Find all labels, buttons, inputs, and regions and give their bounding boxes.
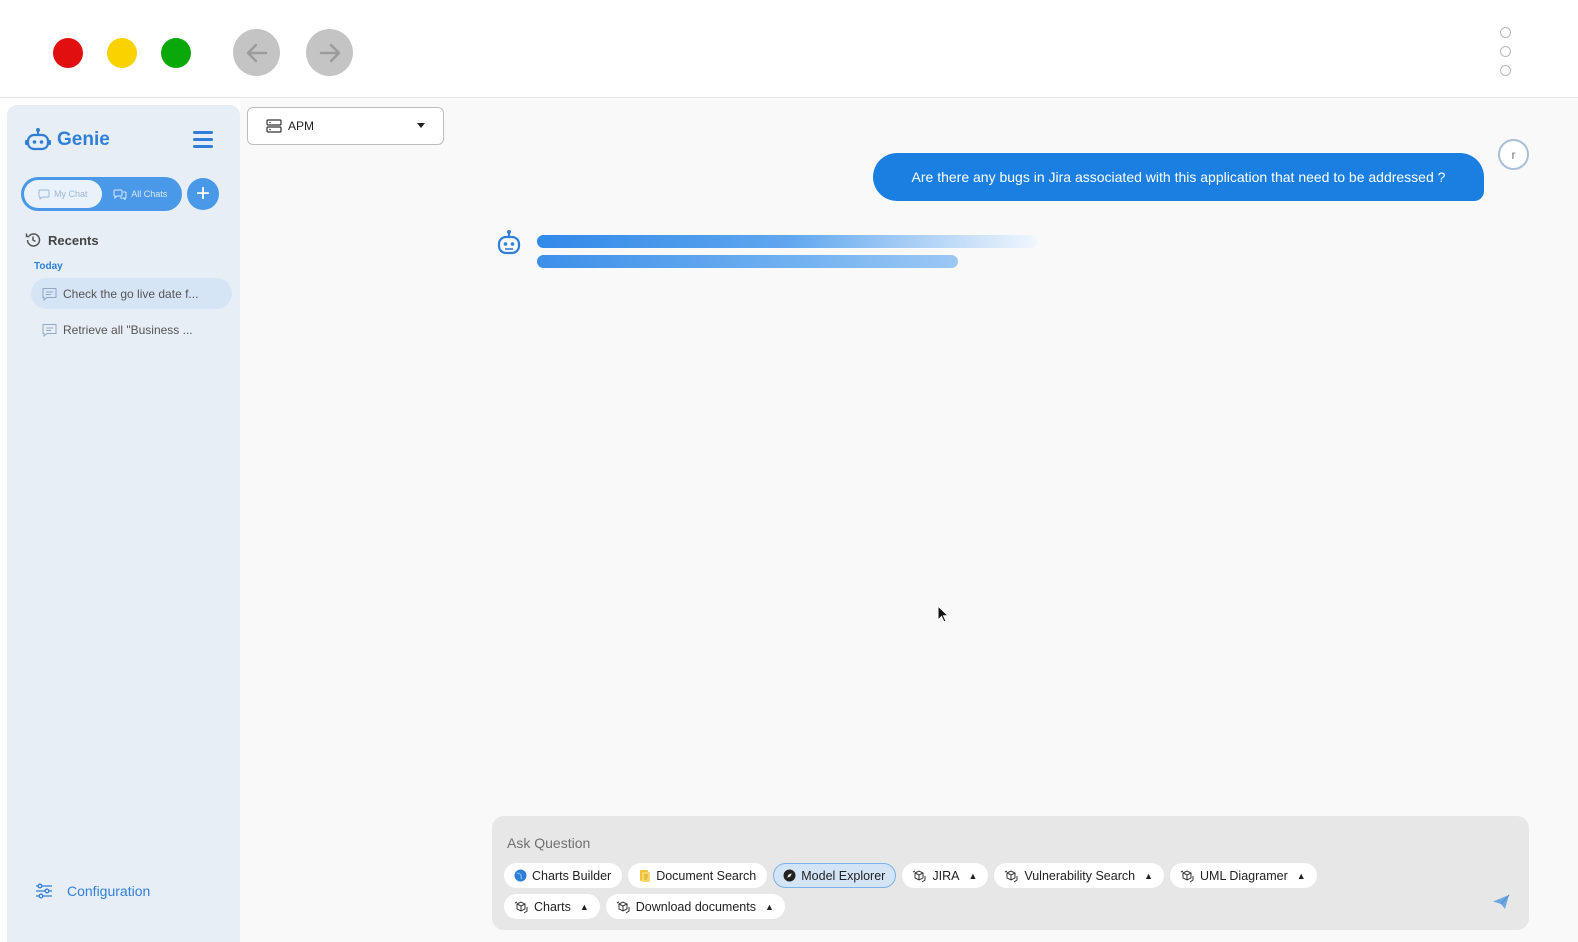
loading-skeleton-line bbox=[537, 255, 958, 268]
sidebar: Genie My Chat All Chats + Recents Today … bbox=[7, 105, 240, 942]
recent-chat-item[interactable]: Retrieve all "Business ... bbox=[31, 314, 232, 345]
brand-name: Genie bbox=[57, 129, 110, 150]
globe-icon bbox=[514, 869, 527, 882]
back-button[interactable] bbox=[233, 29, 280, 76]
application-selector[interactable]: APM bbox=[247, 107, 444, 145]
cube-stack-icon bbox=[514, 900, 528, 913]
recents-title: Recents bbox=[48, 232, 99, 248]
configuration-link[interactable]: Configuration bbox=[35, 883, 150, 899]
my-chat-label: My Chat bbox=[53, 189, 88, 199]
send-button[interactable] bbox=[1492, 894, 1510, 915]
hamburger-menu-icon[interactable] bbox=[193, 131, 213, 148]
chip-uml-diagramer[interactable]: UML Diagramer ▲ bbox=[1170, 863, 1317, 888]
minimize-window-button[interactable] bbox=[107, 38, 137, 68]
caret-up-icon: ▲ bbox=[764, 901, 774, 912]
recent-chat-label: Retrieve all "Business ... bbox=[63, 322, 193, 337]
chip-label: Document Search bbox=[656, 868, 757, 883]
plus-icon: + bbox=[195, 180, 210, 207]
recents-heading: Recents bbox=[24, 231, 99, 249]
chip-charts-builder[interactable]: Charts Builder bbox=[504, 863, 623, 888]
chip-label: Charts Builder bbox=[532, 868, 612, 883]
chat-message-icon bbox=[42, 323, 57, 337]
robot-logo-icon bbox=[25, 128, 51, 151]
document-icon bbox=[640, 869, 651, 882]
my-chat-tab[interactable]: My Chat bbox=[24, 180, 102, 208]
caret-up-icon: ▲ bbox=[1144, 870, 1153, 881]
chip-charts[interactable]: Charts ▲ bbox=[504, 894, 600, 919]
more-options-icon[interactable] bbox=[1500, 27, 1514, 79]
window-chrome bbox=[0, 0, 1578, 98]
loading-skeleton-line bbox=[537, 235, 1037, 248]
chat-message-icon bbox=[42, 287, 57, 301]
paper-plane-icon bbox=[1493, 894, 1510, 909]
all-chats-tab[interactable]: All Chats bbox=[102, 180, 180, 208]
chats-bubbles-icon bbox=[113, 189, 127, 200]
chip-label: JIRA bbox=[932, 868, 960, 883]
caret-up-icon: ▲ bbox=[968, 870, 978, 881]
arrow-left-icon bbox=[246, 43, 267, 62]
chip-label: Charts bbox=[534, 899, 571, 914]
chip-label: Model Explorer bbox=[801, 868, 886, 883]
cube-stack-icon bbox=[1005, 869, 1018, 882]
brand: Genie bbox=[25, 127, 110, 153]
application-selector-value: APM bbox=[288, 119, 315, 133]
recent-chat-item[interactable]: Check the go live date f... bbox=[31, 278, 232, 309]
chat-scope-toggle: My Chat All Chats bbox=[21, 177, 182, 211]
arrow-right-icon bbox=[319, 43, 340, 62]
chip-jira[interactable]: JIRA ▲ bbox=[902, 863, 989, 888]
question-composer: Ask Question Charts Builder Document Sea… bbox=[492, 816, 1529, 930]
all-chats-label: All Chats bbox=[131, 189, 168, 199]
avatar-letter: r bbox=[1511, 147, 1516, 162]
compass-icon bbox=[783, 869, 796, 882]
chip-label: UML Diagramer bbox=[1200, 868, 1288, 883]
maximize-window-button[interactable] bbox=[161, 38, 191, 68]
close-window-button[interactable] bbox=[53, 38, 83, 68]
chip-download-documents[interactable]: Download documents ▲ bbox=[605, 894, 785, 919]
user-message-text: Are there any bugs in Jira associated wi… bbox=[911, 169, 1446, 185]
sliders-icon bbox=[36, 883, 52, 899]
user-avatar: r bbox=[1498, 139, 1529, 170]
bot-avatar-icon bbox=[496, 229, 522, 262]
new-chat-button[interactable]: + bbox=[187, 178, 219, 210]
user-message-bubble: Are there any bugs in Jira associated wi… bbox=[873, 153, 1484, 201]
caret-down-icon bbox=[417, 123, 425, 128]
question-input[interactable]: Ask Question bbox=[507, 835, 590, 851]
cube-stack-icon bbox=[1180, 869, 1194, 882]
chip-model-explorer[interactable]: Model Explorer bbox=[773, 863, 897, 888]
chat-bubble-icon bbox=[38, 189, 50, 200]
today-label: Today bbox=[34, 261, 63, 272]
mouse-cursor-icon bbox=[937, 604, 950, 628]
tool-chips: Charts Builder Document Search Model Exp… bbox=[504, 863, 1374, 919]
cube-stack-icon bbox=[616, 900, 630, 913]
forward-button[interactable] bbox=[306, 29, 353, 76]
cube-stack-icon bbox=[913, 869, 926, 882]
history-icon bbox=[25, 233, 41, 247]
recent-chat-label: Check the go live date f... bbox=[63, 286, 199, 301]
chip-vulnerability-search[interactable]: Vulnerability Search ▲ bbox=[994, 863, 1164, 888]
caret-up-icon: ▲ bbox=[1296, 870, 1306, 881]
chip-label: Vulnerability Search bbox=[1024, 868, 1136, 883]
configuration-label: Configuration bbox=[67, 883, 151, 899]
caret-up-icon: ▲ bbox=[579, 901, 589, 912]
chip-label: Download documents bbox=[635, 899, 756, 914]
server-icon bbox=[266, 119, 282, 133]
chip-document-search[interactable]: Document Search bbox=[628, 863, 768, 888]
